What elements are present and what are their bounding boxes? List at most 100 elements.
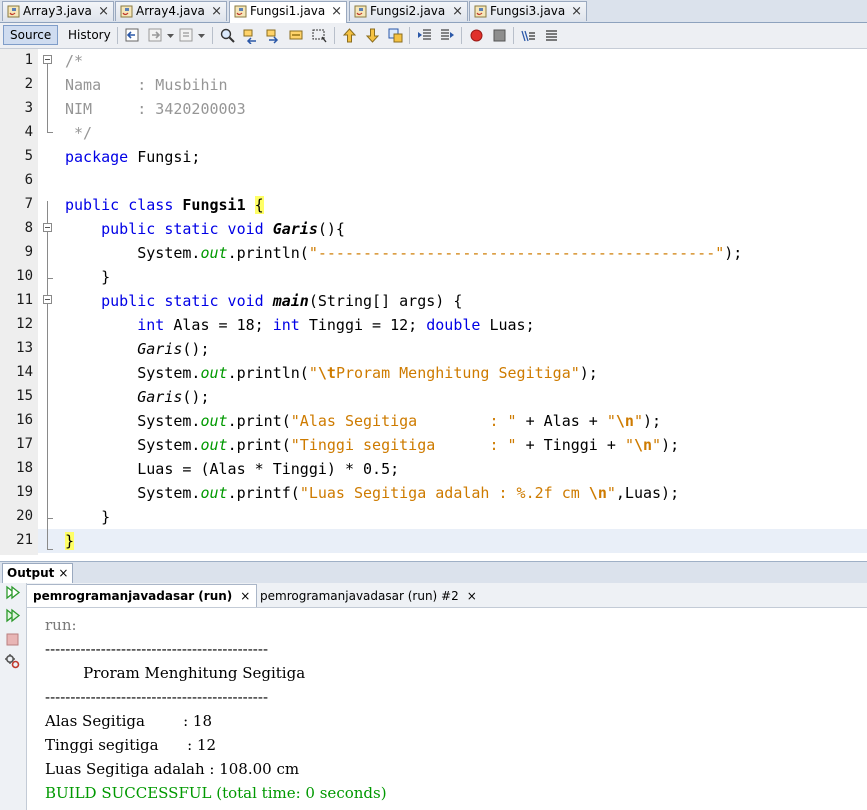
- output-window-title: Output: [7, 566, 55, 580]
- matched-brace: }: [65, 532, 75, 550]
- output-line: ----------------------------------------…: [45, 688, 269, 706]
- line-number: 4: [24, 124, 33, 140]
- keyword: package: [65, 148, 129, 166]
- rerun-different-icon[interactable]: [4, 607, 21, 624]
- code-text: .println(: [227, 364, 309, 382]
- string-literal: ": [624, 436, 634, 454]
- editor-tab-array4[interactable]: Array4.java ×: [115, 1, 227, 21]
- fold-toggle[interactable]: [43, 295, 52, 304]
- close-icon[interactable]: ×: [452, 2, 463, 21]
- toolbar-separator: [117, 27, 118, 44]
- code-line-18: Luas = (Alas * Tinggi) * 0.5;: [65, 457, 399, 481]
- fold-toggle[interactable]: [43, 223, 52, 232]
- close-icon[interactable]: ×: [331, 2, 342, 21]
- run-tab-2[interactable]: pemrogramanjavadasar (run) #2 ×: [253, 584, 484, 607]
- code-text: + Alas +: [516, 412, 607, 430]
- code-text: Tinggi = 12;: [299, 316, 427, 334]
- code-text: ,Luas);: [615, 484, 680, 502]
- method-name: Garis: [272, 220, 318, 238]
- editor-tab-fungsi2[interactable]: Fungsi2.java ×: [349, 1, 468, 21]
- editor-tab-fungsi1[interactable]: Fungsi1.java ×: [229, 1, 347, 23]
- previous-bookmark-icon[interactable]: [341, 27, 358, 44]
- editor-toolbar: Source History: [0, 23, 867, 49]
- code-text: .println(: [227, 244, 309, 262]
- output-window-tab[interactable]: Output ×: [2, 563, 74, 583]
- stop-run-icon[interactable]: [4, 631, 21, 648]
- history-view-button[interactable]: History: [61, 25, 118, 45]
- toolbar-separator: [212, 27, 213, 44]
- toggle-highlight-icon[interactable]: [288, 27, 305, 44]
- comment-icon[interactable]: [520, 27, 537, 44]
- fold-toggle[interactable]: [43, 55, 52, 64]
- line-number: 12: [16, 316, 33, 332]
- line-number: 2: [24, 76, 33, 92]
- code-text: Luas = (Alas * Tinggi) * 0.5;: [137, 460, 400, 478]
- history-icon[interactable]: [178, 27, 195, 44]
- code-text: Fungsi;: [128, 148, 201, 166]
- close-icon[interactable]: ×: [571, 2, 582, 21]
- string-literal: "---------------------------------------…: [308, 244, 725, 262]
- string-literal: "Tinggi segitiga : ": [290, 436, 517, 454]
- forward-icon[interactable]: [147, 27, 164, 44]
- editor-tab-fungsi3[interactable]: Fungsi3.java ×: [469, 1, 587, 21]
- close-icon[interactable]: ×: [240, 589, 250, 603]
- code-text: System.: [137, 244, 201, 262]
- static-field: out: [200, 436, 228, 454]
- find-previous-icon[interactable]: [242, 27, 259, 44]
- find-icon[interactable]: [219, 27, 236, 44]
- output-side-toolbar: [0, 583, 27, 810]
- static-field: out: [200, 412, 228, 430]
- next-bookmark-icon[interactable]: [364, 27, 381, 44]
- line-number: 19: [16, 484, 33, 500]
- chevron-down-icon[interactable]: [166, 27, 175, 44]
- comment-text: NIM : 3420200003: [65, 100, 246, 118]
- toggle-rectangular-selection-icon[interactable]: [311, 27, 328, 44]
- toggle-bookmark-icon[interactable]: [387, 27, 404, 44]
- code-editor[interactable]: 1 2 3 4 5 6 7 8 9 10 11 12 13 14 15 16 1…: [0, 49, 867, 555]
- stop-macro-icon[interactable]: [491, 27, 508, 44]
- close-icon[interactable]: ×: [467, 589, 477, 603]
- code-text: (String[] args) {: [308, 292, 463, 310]
- fold-guide-end: [47, 549, 53, 550]
- shift-left-icon[interactable]: [416, 27, 433, 44]
- code-text: System.: [137, 436, 201, 454]
- output-line: Luas Segitiga adalah : 108.00 cm: [45, 760, 300, 778]
- toolbar-separator: [461, 27, 462, 44]
- line-number: 5: [24, 148, 33, 164]
- close-icon[interactable]: ×: [211, 2, 222, 21]
- code-line-10: }: [65, 265, 110, 289]
- shift-right-icon[interactable]: [439, 27, 456, 44]
- back-icon[interactable]: [124, 27, 141, 44]
- static-field: out: [200, 244, 228, 262]
- string-literal: ": [308, 364, 318, 382]
- string-literal: ": [652, 436, 662, 454]
- close-icon[interactable]: ×: [58, 566, 68, 580]
- code-text: .printf(: [227, 484, 300, 502]
- code-text: );: [724, 244, 743, 262]
- line-number-gutter: 1 2 3 4 5 6 7 8 9 10 11 12 13 14 15 16 1…: [0, 49, 38, 555]
- editor-tab-array3[interactable]: Array3.java ×: [2, 1, 114, 21]
- code-line-5: package Fungsi;: [65, 145, 200, 169]
- run-tab-1[interactable]: pemrogramanjavadasar (run) ×: [26, 584, 258, 607]
- java-file-icon: [7, 5, 20, 18]
- escape-sequence: \n: [633, 436, 653, 454]
- settings-icon[interactable]: [4, 653, 21, 670]
- start-macro-icon[interactable]: [468, 27, 485, 44]
- chevron-down-icon[interactable]: [197, 27, 206, 44]
- rerun-icon[interactable]: [4, 584, 21, 601]
- find-next-icon[interactable]: [265, 27, 282, 44]
- code-line-15: Garis();: [65, 385, 209, 409]
- close-icon[interactable]: ×: [98, 2, 109, 21]
- line-number: 8: [24, 220, 33, 236]
- uncomment-icon[interactable]: [543, 27, 560, 44]
- java-file-icon: [354, 5, 367, 18]
- code-line-13: Garis();: [65, 337, 209, 361]
- line-number: 18: [16, 460, 33, 476]
- editor-tab-label: Fungsi2.java: [370, 4, 446, 18]
- run-tab-label: pemrogramanjavadasar (run) #2: [260, 589, 459, 603]
- output-console[interactable]: run: -----------------------------------…: [27, 608, 867, 810]
- code-text: );: [661, 436, 680, 454]
- source-view-button[interactable]: Source: [3, 25, 59, 45]
- line-number: 1: [24, 52, 33, 68]
- code-line-7: public class Fungsi1 {: [65, 193, 264, 217]
